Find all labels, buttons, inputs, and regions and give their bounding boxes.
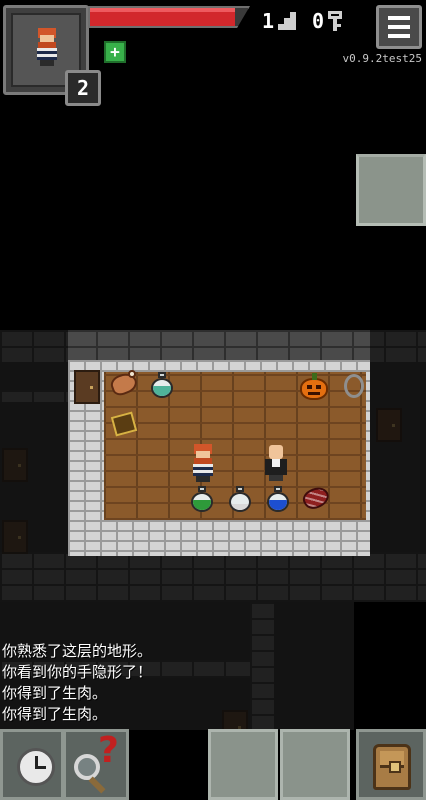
quickslot-1[interactable] [208,729,278,800]
clock-icon [17,748,55,786]
depth-value: 1 [262,9,275,33]
ring-item[interactable] [338,370,370,402]
potion-item[interactable] [262,484,294,516]
log-line: 你看到你的手隐形了！ [2,663,153,681]
health-bar [88,6,250,28]
log-line: 你得到了生肉。 [2,705,108,723]
hero-sprite[interactable] [188,444,218,482]
quickslot-2[interactable] [280,729,350,800]
potion-item[interactable] [224,484,256,516]
potion-item[interactable] [186,484,218,516]
mystery-meat-item[interactable] [108,368,140,400]
menu-button[interactable] [376,5,422,49]
hamburger-menu-icon [388,16,410,20]
room-door[interactable] [74,370,100,404]
key-icon [328,11,343,31]
health-bar-fill [90,8,236,26]
wait-button[interactable] [0,729,64,800]
shopkeeper-sprite[interactable] [260,444,290,482]
raw-meat-item[interactable] [299,482,333,514]
plus-icon[interactable]: + [104,41,126,63]
potion-item[interactable] [146,370,178,402]
quickslot-right[interactable] [356,154,426,226]
backpack-button[interactable] [356,729,426,800]
hero-level-badge: 2 [65,70,101,106]
game-log: 你熟悉了这层的地形。 你看到你的手隐形了！ 你得到了生肉。 你得到了生肉。 [2,641,152,725]
backpack-icon [373,744,411,790]
search-button[interactable]: ? [63,729,129,800]
magnifier-question-icon [74,754,100,780]
status-counters: 1 0 [262,4,343,38]
stairs-icon [278,12,297,30]
keys-value: 0 [312,9,325,33]
pumpkin-item[interactable] [298,372,330,404]
hero-avatar [32,28,62,66]
book-item[interactable] [108,408,140,440]
log-line: 你熟悉了这层的地形。 [2,642,153,660]
fog [370,330,426,730]
version-label: v0.9.2test25 [342,52,422,65]
log-line: 你得到了生肉。 [2,684,108,702]
